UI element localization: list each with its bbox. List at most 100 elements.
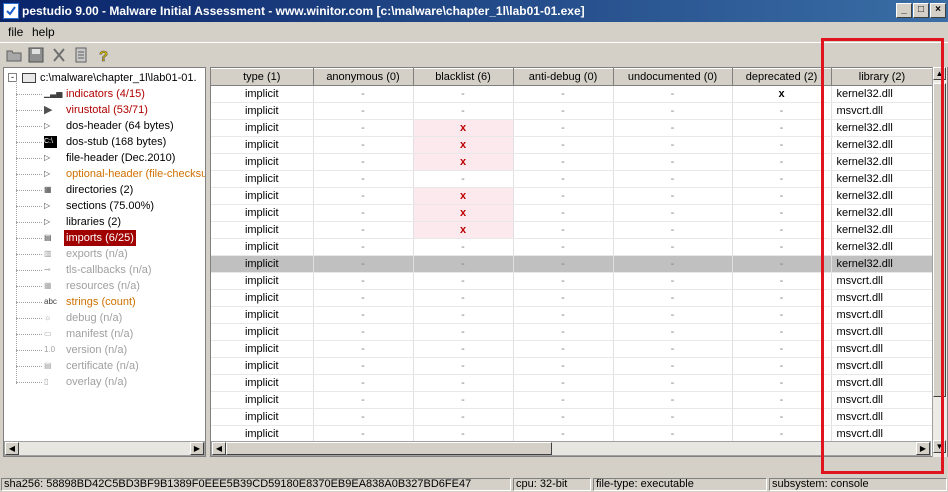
- tree-item-label: certificate (n/a): [66, 360, 139, 372]
- cell-anti-debug: -: [513, 255, 614, 273]
- scroll-down-button[interactable]: ▼: [933, 440, 946, 453]
- cell-anti-debug: -: [513, 153, 614, 171]
- table-row[interactable]: implicit - x - - - kernel32.dll: [211, 119, 934, 137]
- column-header[interactable]: deprecated (2): [732, 68, 832, 86]
- help-icon[interactable]: ?: [95, 46, 113, 64]
- cell-library: kernel32.dll: [831, 153, 934, 171]
- table-row[interactable]: implicit - - - - - kernel32.dll: [211, 255, 934, 273]
- minimize-button[interactable]: _: [896, 3, 912, 18]
- table-row[interactable]: implicit - x - - - kernel32.dll: [211, 221, 934, 239]
- tree-horizontal-scrollbar[interactable]: ◀ ▶: [4, 441, 205, 456]
- menu-help[interactable]: help: [32, 25, 55, 39]
- vertical-scroll-thumb[interactable]: [933, 83, 946, 397]
- table-row[interactable]: implicit-----msvcrt.dll: [211, 102, 934, 120]
- table-row[interactable]: implicit-----msvcrt.dll: [211, 374, 934, 392]
- table-vertical-scrollbar[interactable]: ▲ ▼: [932, 67, 947, 457]
- table-scroll-right-button[interactable]: ▶: [916, 442, 930, 455]
- tree-item-label: tls-callbacks (n/a): [66, 264, 152, 276]
- cell-anonymous: -: [313, 102, 414, 120]
- cell-undocumented: -: [613, 272, 733, 290]
- cell-deprecated: -: [732, 136, 832, 154]
- scroll-left-button[interactable]: ◀: [5, 442, 19, 455]
- menu-file[interactable]: file: [8, 25, 23, 39]
- cell-type: implicit: [211, 374, 314, 392]
- cell-deprecated: -: [732, 272, 832, 290]
- column-header[interactable]: blacklist (6): [413, 68, 514, 86]
- table-row[interactable]: implicit-----msvcrt.dll: [211, 289, 934, 307]
- column-header[interactable]: type (1): [211, 68, 314, 86]
- cell-anonymous: -: [313, 340, 414, 358]
- cell-anonymous: -: [313, 391, 414, 409]
- column-header[interactable]: library (2): [831, 68, 934, 86]
- certificate-icon: ▤: [44, 361, 52, 370]
- tree-item-label: dos-header (64 bytes): [66, 120, 174, 132]
- scroll-right-button[interactable]: ▶: [190, 442, 204, 455]
- table-row[interactable]: implicit - - - - - kernel32.dll: [211, 238, 934, 256]
- table-row[interactable]: implicit - x - - - kernel32.dll: [211, 204, 934, 222]
- tree-item-label: file-header (Dec.2010): [66, 152, 176, 164]
- tree-connector: [16, 190, 42, 191]
- table-row[interactable]: implicit-----msvcrt.dll: [211, 408, 934, 426]
- cell-deprecated: -: [732, 170, 832, 188]
- cell-undocumented: -: [613, 425, 733, 443]
- cell-type: implicit: [211, 136, 314, 154]
- cell-type: implicit: [211, 187, 314, 205]
- table-row[interactable]: implicit - x - - - kernel32.dll: [211, 136, 934, 154]
- cell-anti-debug: -: [513, 289, 614, 307]
- cell-anonymous: -: [313, 187, 414, 205]
- open-folder-icon[interactable]: [6, 46, 24, 64]
- cell-blacklist: x: [413, 221, 514, 239]
- imports-icon: ▤: [44, 233, 52, 242]
- table-row[interactable]: implicit-----msvcrt.dll: [211, 425, 934, 443]
- cell-anti-debug: -: [513, 102, 614, 120]
- table-scroll-left-button[interactable]: ◀: [212, 442, 226, 455]
- cell-anti-debug: -: [513, 357, 614, 375]
- cell-library: kernel32.dll: [831, 170, 934, 188]
- close-button[interactable]: ×: [930, 3, 946, 18]
- tree-item-label: virustotal (53/71): [66, 104, 148, 116]
- tree-item-label: libraries (2): [66, 216, 122, 228]
- cell-anti-debug: -: [513, 119, 614, 137]
- cell-blacklist: -: [413, 238, 514, 256]
- cell-blacklist: x: [413, 187, 514, 205]
- column-header[interactable]: anti-debug (0): [513, 68, 614, 86]
- cell-deprecated: x: [732, 85, 832, 103]
- column-header[interactable]: anonymous (0): [313, 68, 414, 86]
- table-row[interactable]: implicit - - - - - kernel32.dll: [211, 170, 934, 188]
- tree-root-label: c:\malware\chapter_1l\lab01-01.: [40, 72, 197, 84]
- column-header[interactable]: undocumented (0): [613, 68, 733, 86]
- table-row[interactable]: implicit - x - - - kernel32.dll: [211, 187, 934, 205]
- cell-deprecated: -: [732, 119, 832, 137]
- cell-type: implicit: [211, 357, 314, 375]
- table-horizontal-scrollbar[interactable]: ◀ ▶: [211, 441, 931, 456]
- table-scroll-thumb[interactable]: [226, 442, 552, 455]
- table-row[interactable]: implicit-----msvcrt.dll: [211, 272, 934, 290]
- tree-item-label: directories (2): [66, 184, 134, 196]
- status-sha256: sha256: 58898BD42C5BD3BF9B1389F0EEE5B39C…: [1, 478, 511, 491]
- cell-library: msvcrt.dll: [831, 408, 934, 426]
- table-row[interactable]: implicit - x - - - kernel32.dll: [211, 153, 934, 171]
- tree-item-label: overlay (n/a): [66, 376, 128, 388]
- document-icon[interactable]: [72, 46, 90, 64]
- table-row[interactable]: implicit-----msvcrt.dll: [211, 391, 934, 409]
- cell-type: implicit: [211, 153, 314, 171]
- tree-pane: - c:\malware\chapter_1l\lab01-01. ▁▃▅ ind…: [3, 67, 206, 457]
- bug-icon: ☼: [44, 313, 52, 322]
- cut-icon[interactable]: [50, 46, 68, 64]
- cell-undocumented: -: [613, 306, 733, 324]
- table-row[interactable]: implicit-----msvcrt.dll: [211, 340, 934, 358]
- status-filetype: file-type: executable: [593, 478, 767, 491]
- table-row[interactable]: implicit-----msvcrt.dll: [211, 357, 934, 375]
- save-icon[interactable]: [27, 46, 45, 64]
- table-row[interactable]: implicit-----msvcrt.dll: [211, 323, 934, 341]
- cell-anonymous: -: [313, 119, 414, 137]
- cell-library: msvcrt.dll: [831, 102, 934, 120]
- table-row[interactable]: implicit-----msvcrt.dll: [211, 306, 934, 324]
- grid-icon: ▦: [44, 185, 52, 194]
- tree-item-label: exports (n/a): [66, 248, 128, 260]
- scroll-up-button[interactable]: ▲: [933, 67, 946, 80]
- cell-anti-debug: -: [513, 170, 614, 188]
- maximize-button[interactable]: □: [913, 3, 929, 18]
- table-row[interactable]: implicit - - - - x kernel32.dll: [211, 85, 934, 103]
- tree-connector: [16, 334, 42, 335]
